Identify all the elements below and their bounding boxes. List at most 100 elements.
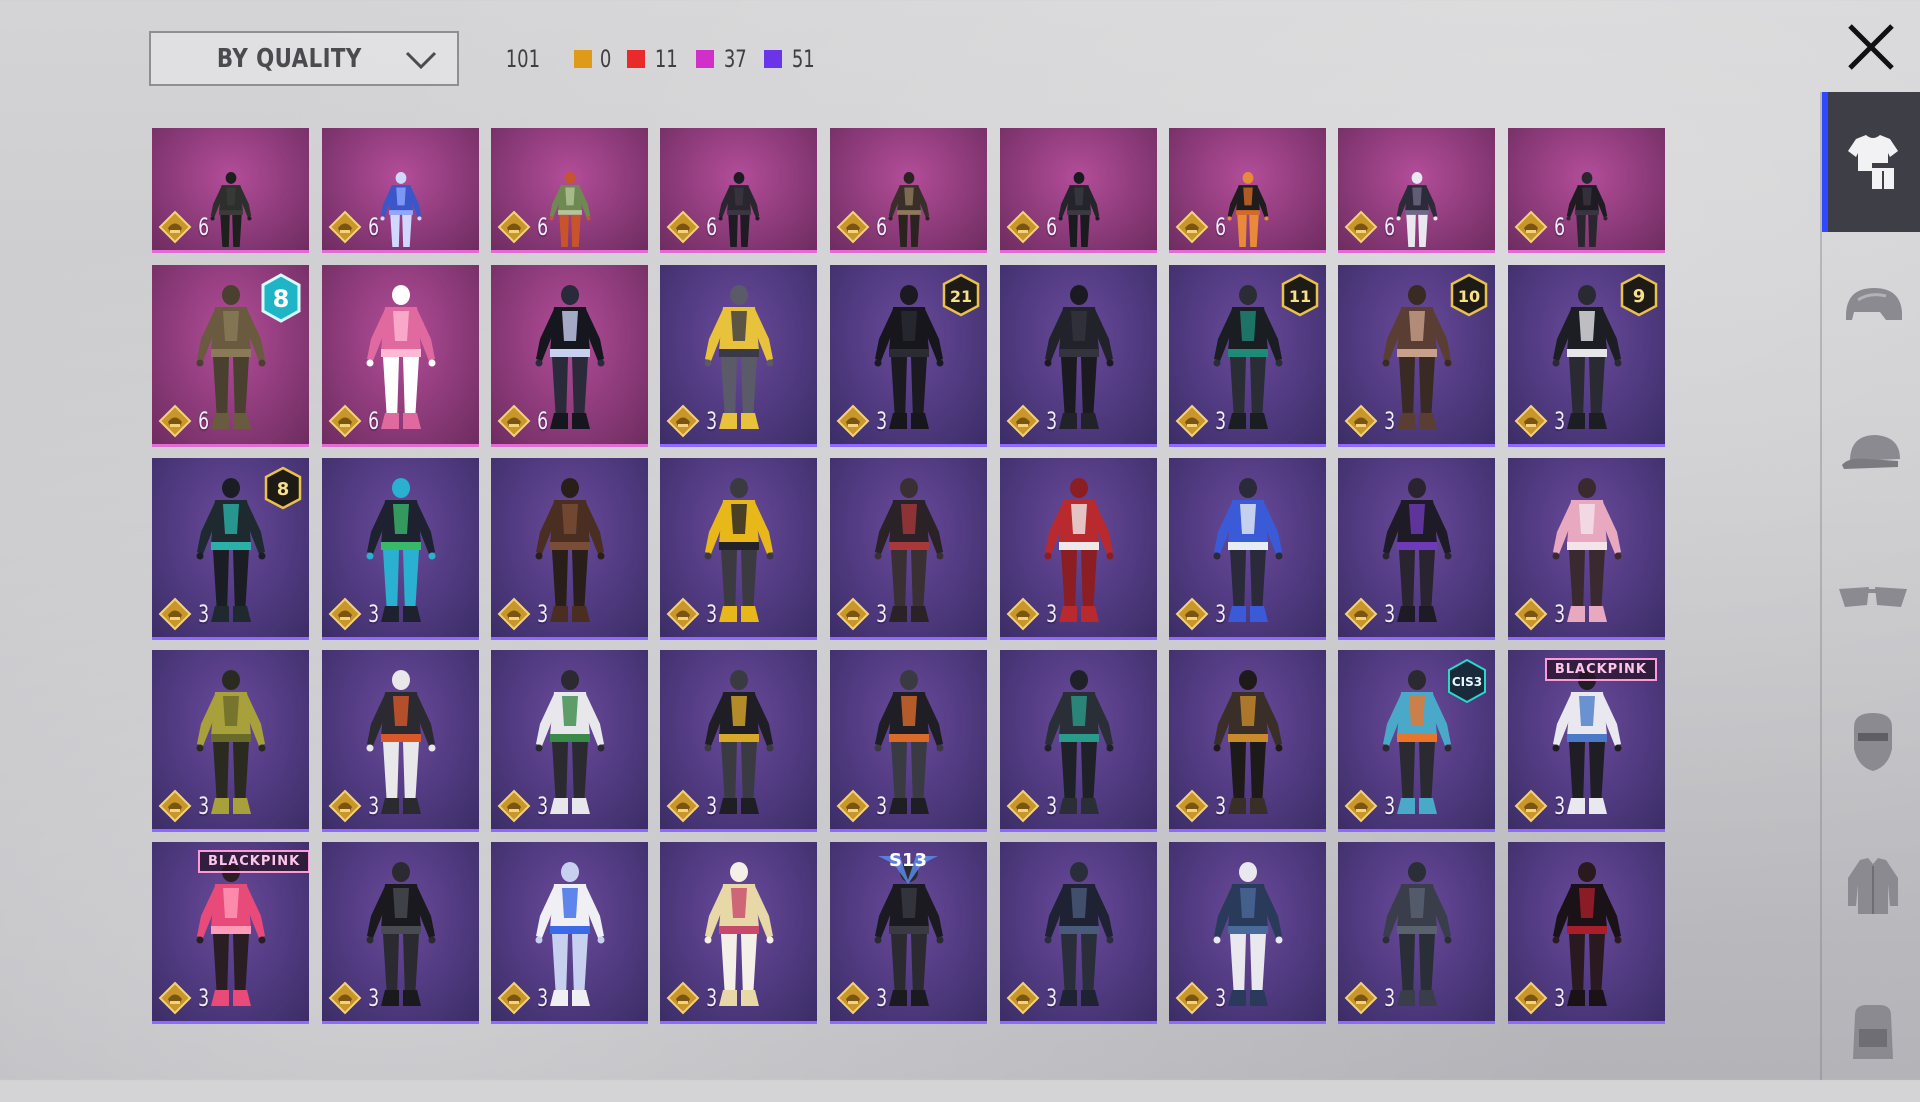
sidebar-item-cap[interactable]: [1824, 382, 1920, 522]
coin-icon: [158, 210, 192, 244]
outfit-card[interactable]: CIS3 3: [1338, 650, 1495, 832]
outfit-card[interactable]: 3: [1000, 458, 1157, 640]
outfit-card[interactable]: 3: [830, 458, 987, 640]
backpack-icon: [1853, 1005, 1893, 1059]
outfit-card[interactable]: 3: [1508, 458, 1665, 640]
close-button[interactable]: [1840, 16, 1902, 78]
outfit-card[interactable]: 3: [491, 842, 648, 1024]
price-value: 6: [537, 213, 549, 241]
price-tag: 3: [158, 597, 211, 631]
price-value: 3: [1215, 792, 1227, 820]
coin-icon: [1514, 404, 1548, 438]
outfit-card[interactable]: 6: [1000, 128, 1157, 253]
outfit-card[interactable]: 3: [491, 458, 648, 640]
outfit-card[interactable]: 6: [830, 128, 987, 253]
outfit-card[interactable]: 3: [322, 842, 479, 1024]
outfit-card[interactable]: 3: [322, 650, 479, 832]
close-icon: [1848, 24, 1894, 70]
count-value: 11: [654, 45, 678, 73]
item-badge: 8: [263, 466, 303, 515]
price-value: 3: [368, 984, 380, 1012]
price-tag: 3: [1514, 404, 1567, 438]
outfit-card[interactable]: 8 6: [152, 265, 309, 447]
price-value: 3: [368, 792, 380, 820]
outfit-icon: [1848, 135, 1898, 189]
outfit-card[interactable]: 6: [1338, 128, 1495, 253]
outfit-card[interactable]: 6: [660, 128, 817, 253]
outfit-card[interactable]: 3: [322, 458, 479, 640]
outfit-card[interactable]: 3: [660, 265, 817, 447]
price-tag: 3: [1175, 981, 1228, 1015]
price-tag: 3: [158, 981, 211, 1015]
outfit-card[interactable]: 3: [1000, 650, 1157, 832]
outfit-card[interactable]: 3: [152, 650, 309, 832]
outfit-card[interactable]: 6: [322, 265, 479, 447]
coin-icon: [836, 597, 870, 631]
outfit-card[interactable]: 3: [1338, 458, 1495, 640]
coin-icon: [1514, 981, 1548, 1015]
outfit-card[interactable]: 3: [1508, 842, 1665, 1024]
outfit-grid: 6 6 6 6 6 6 6 6 6 8 6 6 6 3 21 3 3 11 3 …: [152, 128, 1670, 1024]
outfit-card[interactable]: 3: [1169, 458, 1326, 640]
sort-label: BY QUALITY: [216, 43, 362, 74]
outfit-card[interactable]: 6: [322, 128, 479, 253]
outfit-card[interactable]: 3: [491, 650, 648, 832]
coin-icon: [666, 789, 700, 823]
price-value: 3: [876, 407, 888, 435]
price-tag: 6: [1006, 210, 1059, 244]
coin-icon: [836, 404, 870, 438]
price-value: 6: [1554, 213, 1566, 241]
outfit-card[interactable]: 6: [1169, 128, 1326, 253]
sidebar-item-jacket[interactable]: [1824, 817, 1920, 957]
svg-text:8: 8: [277, 479, 290, 500]
outfit-card[interactable]: 8 3: [152, 458, 309, 640]
outfit-card[interactable]: 11 3: [1169, 265, 1326, 447]
outfit-card[interactable]: 3: [1169, 650, 1326, 832]
coin-icon: [328, 404, 362, 438]
helmet-icon: [1846, 288, 1902, 320]
outfit-card[interactable]: 3: [660, 650, 817, 832]
price-value: 6: [198, 407, 210, 435]
sidebar-item-helmet[interactable]: [1824, 237, 1920, 377]
svg-text:11: 11: [1289, 287, 1311, 306]
outfit-card[interactable]: 9 3: [1508, 265, 1665, 447]
outfit-card[interactable]: 3: [660, 842, 817, 1024]
outfit-card[interactable]: S13 3: [830, 842, 987, 1024]
price-tag: 3: [328, 597, 381, 631]
price-value: 3: [1554, 792, 1566, 820]
outfit-card[interactable]: 6: [152, 128, 309, 253]
sidebar-item-outfit[interactable]: [1822, 92, 1920, 232]
sidebar-item-backpack[interactable]: [1824, 962, 1920, 1102]
sort-dropdown[interactable]: BY QUALITY: [149, 31, 459, 86]
outfit-card[interactable]: BLACKPINK 3: [152, 842, 309, 1024]
outfit-card[interactable]: 3: [1000, 265, 1157, 447]
price-value: 3: [706, 792, 718, 820]
price-value: 3: [1384, 407, 1396, 435]
coin-icon: [1175, 789, 1209, 823]
outfit-card[interactable]: 6: [1508, 128, 1665, 253]
price-value: 6: [706, 213, 718, 241]
outfit-card[interactable]: 21 3: [830, 265, 987, 447]
outfit-card[interactable]: 3: [830, 650, 987, 832]
outfit-card[interactable]: 3: [660, 458, 817, 640]
outfit-card[interactable]: 6: [491, 265, 648, 447]
price-value: 3: [1215, 600, 1227, 628]
outfit-card[interactable]: 3: [1338, 842, 1495, 1024]
price-tag: 6: [497, 404, 550, 438]
sidebar-item-glasses[interactable]: [1824, 527, 1920, 667]
sidebar-item-mask[interactable]: [1824, 672, 1920, 812]
outfit-card[interactable]: 6: [491, 128, 648, 253]
price-value: 3: [537, 600, 549, 628]
outfit-card[interactable]: 3: [1000, 842, 1157, 1024]
svg-text:9: 9: [1633, 286, 1646, 307]
price-value: 3: [537, 984, 549, 1012]
outfit-card[interactable]: BLACKPINK 3: [1508, 650, 1665, 832]
price-value: 3: [876, 984, 888, 1012]
outfit-card[interactable]: 3: [1169, 842, 1326, 1024]
price-tag: 3: [836, 404, 889, 438]
coin-icon: [1344, 404, 1378, 438]
coin-icon: [1344, 597, 1378, 631]
outfit-card[interactable]: 10 3: [1338, 265, 1495, 447]
price-tag: 3: [666, 597, 719, 631]
coin-icon: [1175, 597, 1209, 631]
